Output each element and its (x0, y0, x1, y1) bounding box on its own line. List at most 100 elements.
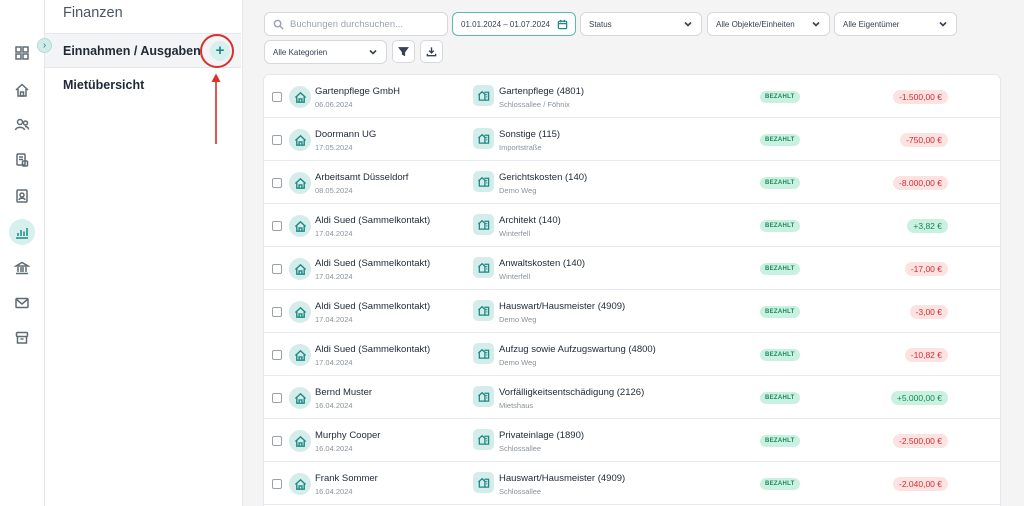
booking-date: 17.04.2024 (315, 229, 353, 238)
owners-select[interactable]: Alle Eigentümer (834, 12, 957, 36)
objects-select-value: Alle Objekte/Einheiten (716, 19, 795, 29)
property-icon (473, 214, 494, 235)
finance-chart-icon[interactable] (9, 219, 35, 245)
contact-card-icon[interactable] (9, 183, 35, 209)
object-name: Mietshaus (499, 401, 534, 410)
home-icon[interactable] (9, 77, 35, 103)
mail-icon[interactable] (9, 290, 35, 316)
download-button[interactable] (420, 40, 443, 63)
partner-name: Doormann UG (315, 129, 377, 140)
partner-name: Aldi Sued (Sammelkontakt) (315, 215, 431, 226)
property-icon (473, 85, 494, 106)
booking-date: 17.04.2024 (315, 358, 353, 367)
booking-date: 16.04.2024 (315, 444, 353, 453)
category-name: Gerichtskosten (140) (499, 172, 588, 183)
annotation-arrow (211, 73, 221, 144)
object-name: Demo Weg (499, 315, 537, 324)
amount-badge: -2.040,00 € (892, 477, 948, 491)
date-range-picker[interactable]: 01.01.2024 – 01.07.2024 (452, 12, 576, 36)
bank-icon[interactable] (9, 255, 35, 281)
filter-button[interactable] (392, 40, 415, 63)
property-icon (473, 257, 494, 278)
amount-badge: -17,00 € (904, 262, 948, 276)
transactions-table: Gartenpflege GmbH 06.06.2024 Gartenpfleg… (263, 74, 1001, 506)
category-name: Anwaltskosten (140) (499, 258, 586, 269)
object-name: Schlossallee / Föhnix (499, 100, 570, 109)
row-checkbox[interactable] (272, 436, 282, 446)
category-name: Aufzug sowie Aufzugswartung (4800) (499, 344, 656, 355)
amount-badge: +5.000,00 € (890, 391, 948, 405)
property-icon (473, 300, 494, 321)
status-badge: BEZAHLT (760, 306, 800, 318)
partner-name: Murphy Cooper (315, 430, 381, 441)
house-icon (289, 387, 311, 409)
table-row[interactable]: Arbeitsamt Düsseldorf 08.05.2024 Gericht… (264, 161, 1000, 204)
booking-date: 16.04.2024 (315, 487, 353, 496)
table-row[interactable]: Frank Sommer 16.04.2024 Hauswart/Hausmei… (264, 462, 1000, 505)
object-name: Schlossallee (499, 487, 542, 496)
table-row[interactable]: Bernd Muster 16.04.2024 Vorfälligkeitsen… (264, 376, 1000, 419)
row-checkbox[interactable] (272, 92, 282, 102)
partner-name: Gartenpflege GmbH (315, 86, 401, 97)
object-name: Schlossallee (499, 444, 542, 453)
search-input[interactable]: Buchungen durchsuchen... (264, 12, 448, 36)
house-icon (289, 301, 311, 323)
row-checkbox[interactable] (272, 350, 282, 360)
subnav-item-label: Einnahmen / Ausgaben (63, 43, 201, 58)
amount-badge: -8.000,00 € (892, 176, 948, 190)
row-checkbox[interactable] (272, 479, 282, 489)
table-row[interactable]: Murphy Cooper 16.04.2024 Privateinlage (… (264, 419, 1000, 462)
amount-badge: -1.500,00 € (892, 90, 948, 104)
table-row[interactable]: Aldi Sued (Sammelkontakt) 17.04.2024 Hau… (264, 290, 1000, 333)
collapse-sidebar-button[interactable]: › (37, 38, 52, 53)
booking-date: 16.04.2024 (315, 401, 353, 410)
partner-name: Frank Sommer (315, 473, 378, 484)
subnav-title: Finanzen (63, 5, 123, 21)
status-badge: BEZAHLT (760, 220, 800, 232)
house-icon (289, 215, 311, 237)
house-icon (289, 430, 311, 452)
table-row[interactable]: Aldi Sued (Sammelkontakt) 17.04.2024 Arc… (264, 204, 1000, 247)
row-checkbox[interactable] (272, 264, 282, 274)
people-icon[interactable] (9, 112, 35, 138)
dashboard-icon[interactable] (9, 40, 35, 66)
object-name: Demo Weg (499, 358, 537, 367)
table-row[interactable]: Aldi Sued (Sammelkontakt) 17.04.2024 Anw… (264, 247, 1000, 290)
category-name: Hauswart/Hausmeister (4909) (499, 473, 626, 484)
amount-badge: -2.500,00 € (892, 434, 948, 448)
filter-icon (398, 47, 409, 57)
partner-name: Bernd Muster (315, 387, 373, 398)
documents-icon[interactable] (9, 147, 35, 173)
chevron-down-icon (938, 19, 948, 29)
property-icon (473, 386, 494, 407)
object-name: Demo Weg (499, 186, 537, 195)
row-checkbox[interactable] (272, 178, 282, 188)
house-icon (289, 172, 311, 194)
table-row[interactable]: Aldi Sued (Sammelkontakt) 17.04.2024 Auf… (264, 333, 1000, 376)
category-name: Privateinlage (1890) (499, 430, 585, 441)
table-row[interactable]: Gartenpflege GmbH 06.06.2024 Gartenpfleg… (264, 75, 1000, 118)
status-badge: BEZAHLT (760, 435, 800, 447)
calendar-icon (557, 19, 568, 30)
objects-select[interactable]: Alle Objekte/Einheiten (707, 12, 830, 36)
search-placeholder: Buchungen durchsuchen... (290, 18, 404, 30)
status-badge: BEZAHLT (760, 349, 800, 361)
partner-name: Aldi Sued (Sammelkontakt) (315, 301, 431, 312)
archive-icon[interactable] (9, 325, 35, 351)
booking-date: 17.04.2024 (315, 315, 353, 324)
property-icon (473, 128, 494, 149)
categories-select[interactable]: Alle Kategorien (264, 40, 387, 64)
table-row[interactable]: Doormann UG 17.05.2024 Sonstige (115) Im… (264, 118, 1000, 161)
row-checkbox[interactable] (272, 393, 282, 403)
row-checkbox[interactable] (272, 135, 282, 145)
status-badge: BEZAHLT (760, 91, 800, 103)
chevron-down-icon (683, 19, 693, 29)
category-name: Sonstige (115) (499, 129, 561, 140)
status-select-value: Status (589, 19, 612, 29)
booking-date: 06.06.2024 (315, 100, 353, 109)
row-checkbox[interactable] (272, 221, 282, 231)
subnav-item-label: Mietübersicht (63, 77, 145, 92)
house-icon (289, 86, 311, 108)
status-select[interactable]: Status (580, 12, 702, 36)
row-checkbox[interactable] (272, 307, 282, 317)
